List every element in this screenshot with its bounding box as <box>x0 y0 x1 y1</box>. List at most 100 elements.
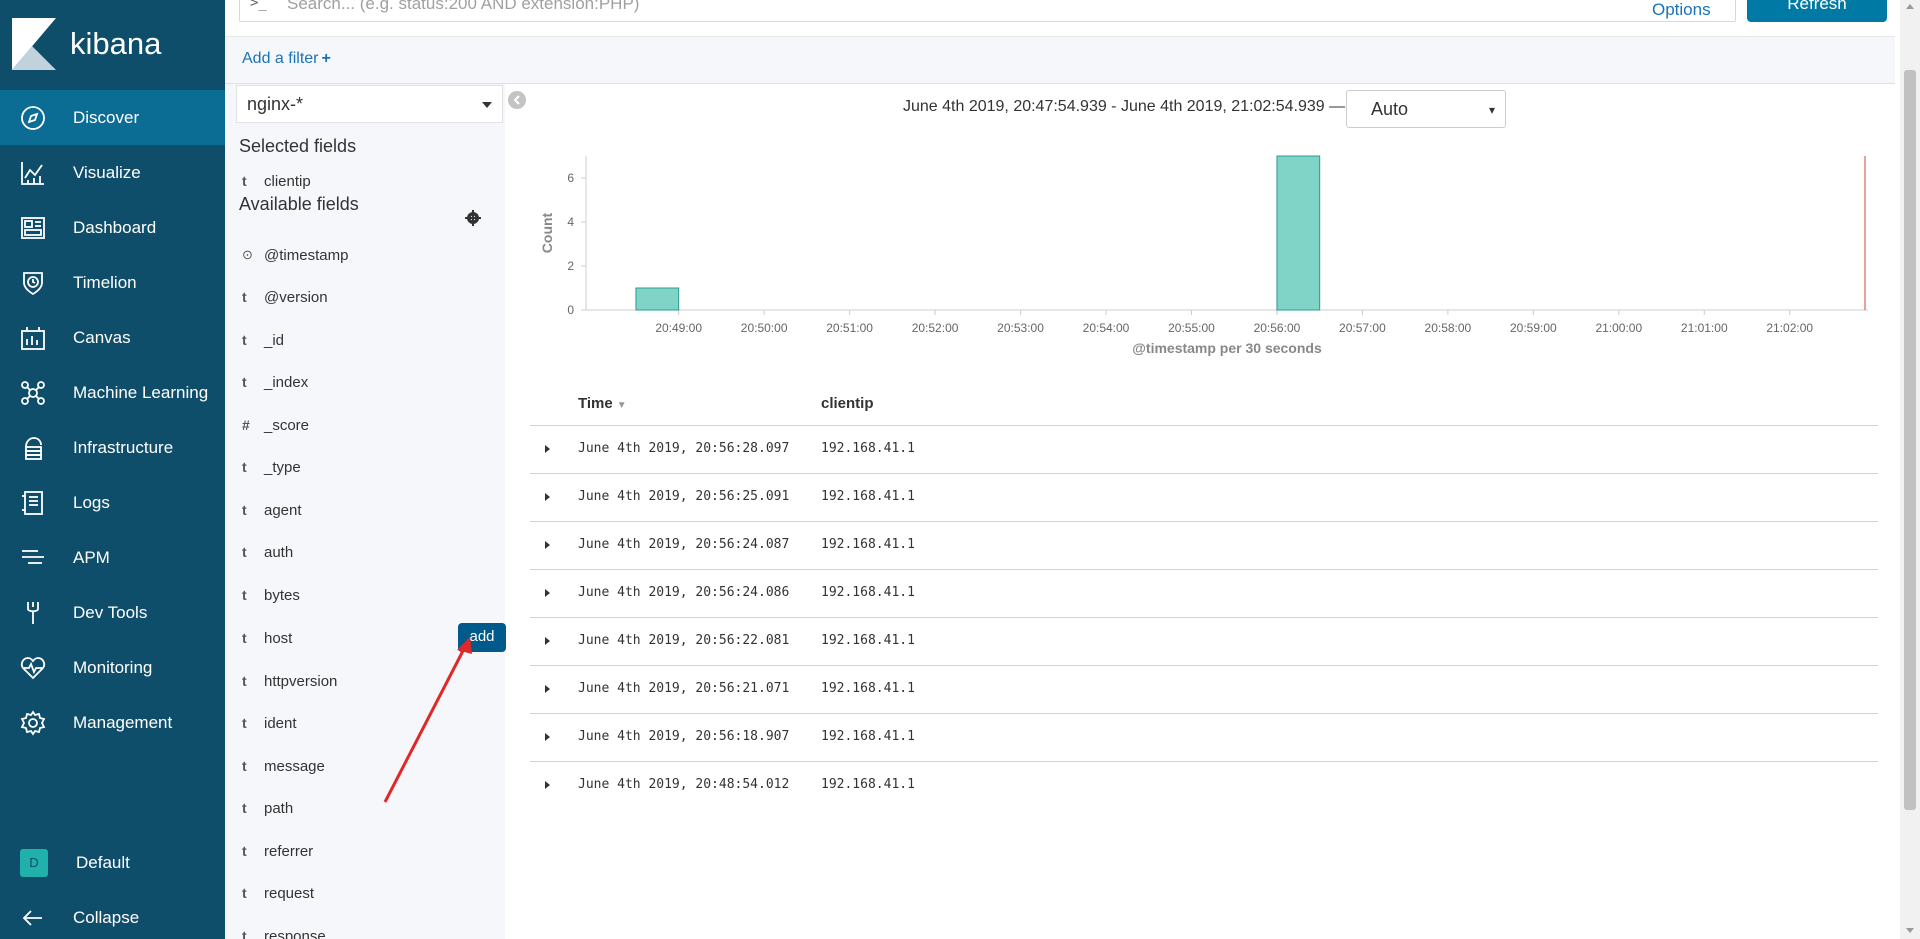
table-row[interactable]: June 4th 2019, 20:56:24.086 192.168.41.1 <box>530 569 1878 617</box>
collapse-sidebar-icon[interactable] <box>508 91 526 109</box>
heartbeat-icon <box>18 653 48 683</box>
kibana-logo-icon[interactable] <box>12 18 56 70</box>
wrench-icon <box>18 598 48 628</box>
nav-item-dev-tools[interactable]: Dev Tools <box>0 585 225 640</box>
field-row-host[interactable]: t host add <box>239 621 506 655</box>
field-row-agent[interactable]: t agent <box>239 493 501 527</box>
field-name: ident <box>264 714 297 732</box>
interval-select[interactable]: Auto ▾ <box>1346 90 1506 128</box>
brand-name[interactable]: kibana <box>70 26 161 62</box>
table-row[interactable]: June 4th 2019, 20:56:22.081 192.168.41.1 <box>530 617 1878 665</box>
x-tick-label: 20:52:00 <box>912 321 959 335</box>
field-row-message[interactable]: t message <box>239 749 501 783</box>
nav-item-apm[interactable]: APM <box>0 530 225 585</box>
caret-down-icon: ▾ <box>1488 103 1495 117</box>
nav-item-label: Timelion <box>73 272 137 292</box>
y-tick-label: 0 <box>567 303 574 317</box>
field-row-score[interactable]: # _score <box>239 408 501 442</box>
field-row-version[interactable]: t @version <box>239 280 501 314</box>
field-row-referrer[interactable]: t referrer <box>239 834 501 868</box>
string-type-icon: t <box>242 332 247 348</box>
collapse-label: Collapse <box>73 907 140 927</box>
field-name: referrer <box>264 842 314 860</box>
search-input[interactable]: >_ Search... (e.g. status:200 AND extens… <box>239 0 1736 22</box>
table-row[interactable]: June 4th 2019, 20:56:25.091 192.168.41.1 <box>530 473 1878 521</box>
expand-row-icon[interactable] <box>545 445 550 453</box>
field-name: clientip <box>264 172 311 190</box>
expand-row-icon[interactable] <box>545 733 550 741</box>
sort-down-icon[interactable]: ▼ <box>617 400 627 411</box>
expand-row-icon[interactable] <box>545 541 550 549</box>
x-tick-label: 20:59:00 <box>1510 321 1557 335</box>
scroll-up-icon[interactable] <box>1906 4 1914 9</box>
nav-item-discover[interactable]: Discover <box>0 90 225 145</box>
field-name: _score <box>264 416 310 434</box>
nav-item-machine-learning[interactable]: Machine Learning <box>0 365 225 420</box>
expand-row-icon[interactable] <box>545 685 550 693</box>
string-type-icon: t <box>242 673 247 689</box>
plus-icon: + <box>321 50 331 67</box>
row-time: June 4th 2019, 20:56:21.071 <box>578 681 790 696</box>
expand-row-icon[interactable] <box>545 637 550 645</box>
nav-item-infrastructure[interactable]: Infrastructure <box>0 420 225 475</box>
string-type-icon: t <box>242 885 247 901</box>
nav-item-monitoring[interactable]: Monitoring <box>0 640 225 695</box>
row-clientip: 192.168.41.1 <box>821 729 915 744</box>
nav-item-label: Visualize <box>73 162 141 182</box>
field-row-httpversion[interactable]: t httpversion <box>239 664 501 698</box>
field-row-id[interactable]: t _id <box>239 323 501 357</box>
histogram-bar <box>1276 155 1321 311</box>
page-scrollbar[interactable] <box>1900 0 1920 939</box>
expand-row-icon[interactable] <box>545 589 550 597</box>
field-row-type[interactable]: t _type <box>239 450 501 484</box>
field-row-response[interactable]: t response <box>239 919 501 939</box>
expand-row-icon[interactable] <box>545 781 550 789</box>
nav-item-label: Dev Tools <box>73 602 148 622</box>
table-row[interactable]: June 4th 2019, 20:56:28.097 192.168.41.1 <box>530 425 1878 473</box>
field-row-path[interactable]: t path <box>239 791 501 825</box>
field-name: agent <box>264 501 302 519</box>
selected-field-clientip[interactable]: t clientip <box>239 164 501 198</box>
expand-row-icon[interactable] <box>545 493 550 501</box>
row-clientip: 192.168.41.1 <box>821 489 915 504</box>
add-field-button[interactable]: add <box>458 623 506 652</box>
scrollbar-thumb[interactable] <box>1904 70 1916 810</box>
field-row-auth[interactable]: t auth <box>239 535 501 569</box>
scroll-down-icon[interactable] <box>1906 928 1914 933</box>
space-selector[interactable]: D Default <box>0 835 225 890</box>
nav-item-timelion[interactable]: Timelion <box>0 255 225 310</box>
query-language-icon[interactable]: >_ <box>250 0 267 11</box>
table-row[interactable]: June 4th 2019, 20:56:21.071 192.168.41.1 <box>530 665 1878 713</box>
string-type-icon: t <box>242 587 247 603</box>
collapse-nav-button[interactable]: Collapse <box>0 890 225 939</box>
index-pattern-select[interactable]: nginx-* <box>236 85 503 123</box>
gear-icon[interactable] <box>464 209 482 227</box>
nav-item-visualize[interactable]: Visualize <box>0 145 225 200</box>
table-row[interactable]: June 4th 2019, 20:48:54.012 192.168.41.1 <box>530 761 1878 809</box>
x-tick-label: 20:58:00 <box>1425 321 1472 335</box>
add-filter-button[interactable]: Add a filter + <box>242 50 331 68</box>
nav-item-management[interactable]: Management <box>0 695 225 750</box>
field-sidebar: nginx-* Selected fields t clientip Avail… <box>225 84 506 939</box>
chart-icon <box>18 158 48 188</box>
column-header-time[interactable]: Time ▼ <box>578 395 627 412</box>
field-row-ident[interactable]: t ident <box>239 706 501 740</box>
string-type-icon: t <box>242 374 247 390</box>
nav-item-logs[interactable]: Logs <box>0 475 225 530</box>
field-row-timestamp[interactable]: ⊙ @timestamp <box>239 238 501 272</box>
field-row-index[interactable]: t _index <box>239 365 501 399</box>
nav-item-canvas[interactable]: Canvas <box>0 310 225 365</box>
table-row[interactable]: June 4th 2019, 20:56:24.087 192.168.41.1 <box>530 521 1878 569</box>
time-range-label[interactable]: June 4th 2019, 20:47:54.939 - June 4th 2… <box>903 98 1345 116</box>
field-row-request[interactable]: t request <box>239 876 501 910</box>
column-header-clientip[interactable]: clientip <box>821 395 874 412</box>
field-name: message <box>264 757 325 775</box>
nav-item-dashboard[interactable]: Dashboard <box>0 200 225 255</box>
field-row-bytes[interactable]: t bytes <box>239 578 501 612</box>
options-button[interactable]: Options <box>1652 0 1711 20</box>
row-clientip: 192.168.41.1 <box>821 537 915 552</box>
refresh-button[interactable]: Refresh <box>1747 0 1887 22</box>
space-label: Default <box>76 852 130 872</box>
table-row[interactable]: June 4th 2019, 20:56:18.907 192.168.41.1 <box>530 713 1878 761</box>
field-name: path <box>264 799 294 817</box>
